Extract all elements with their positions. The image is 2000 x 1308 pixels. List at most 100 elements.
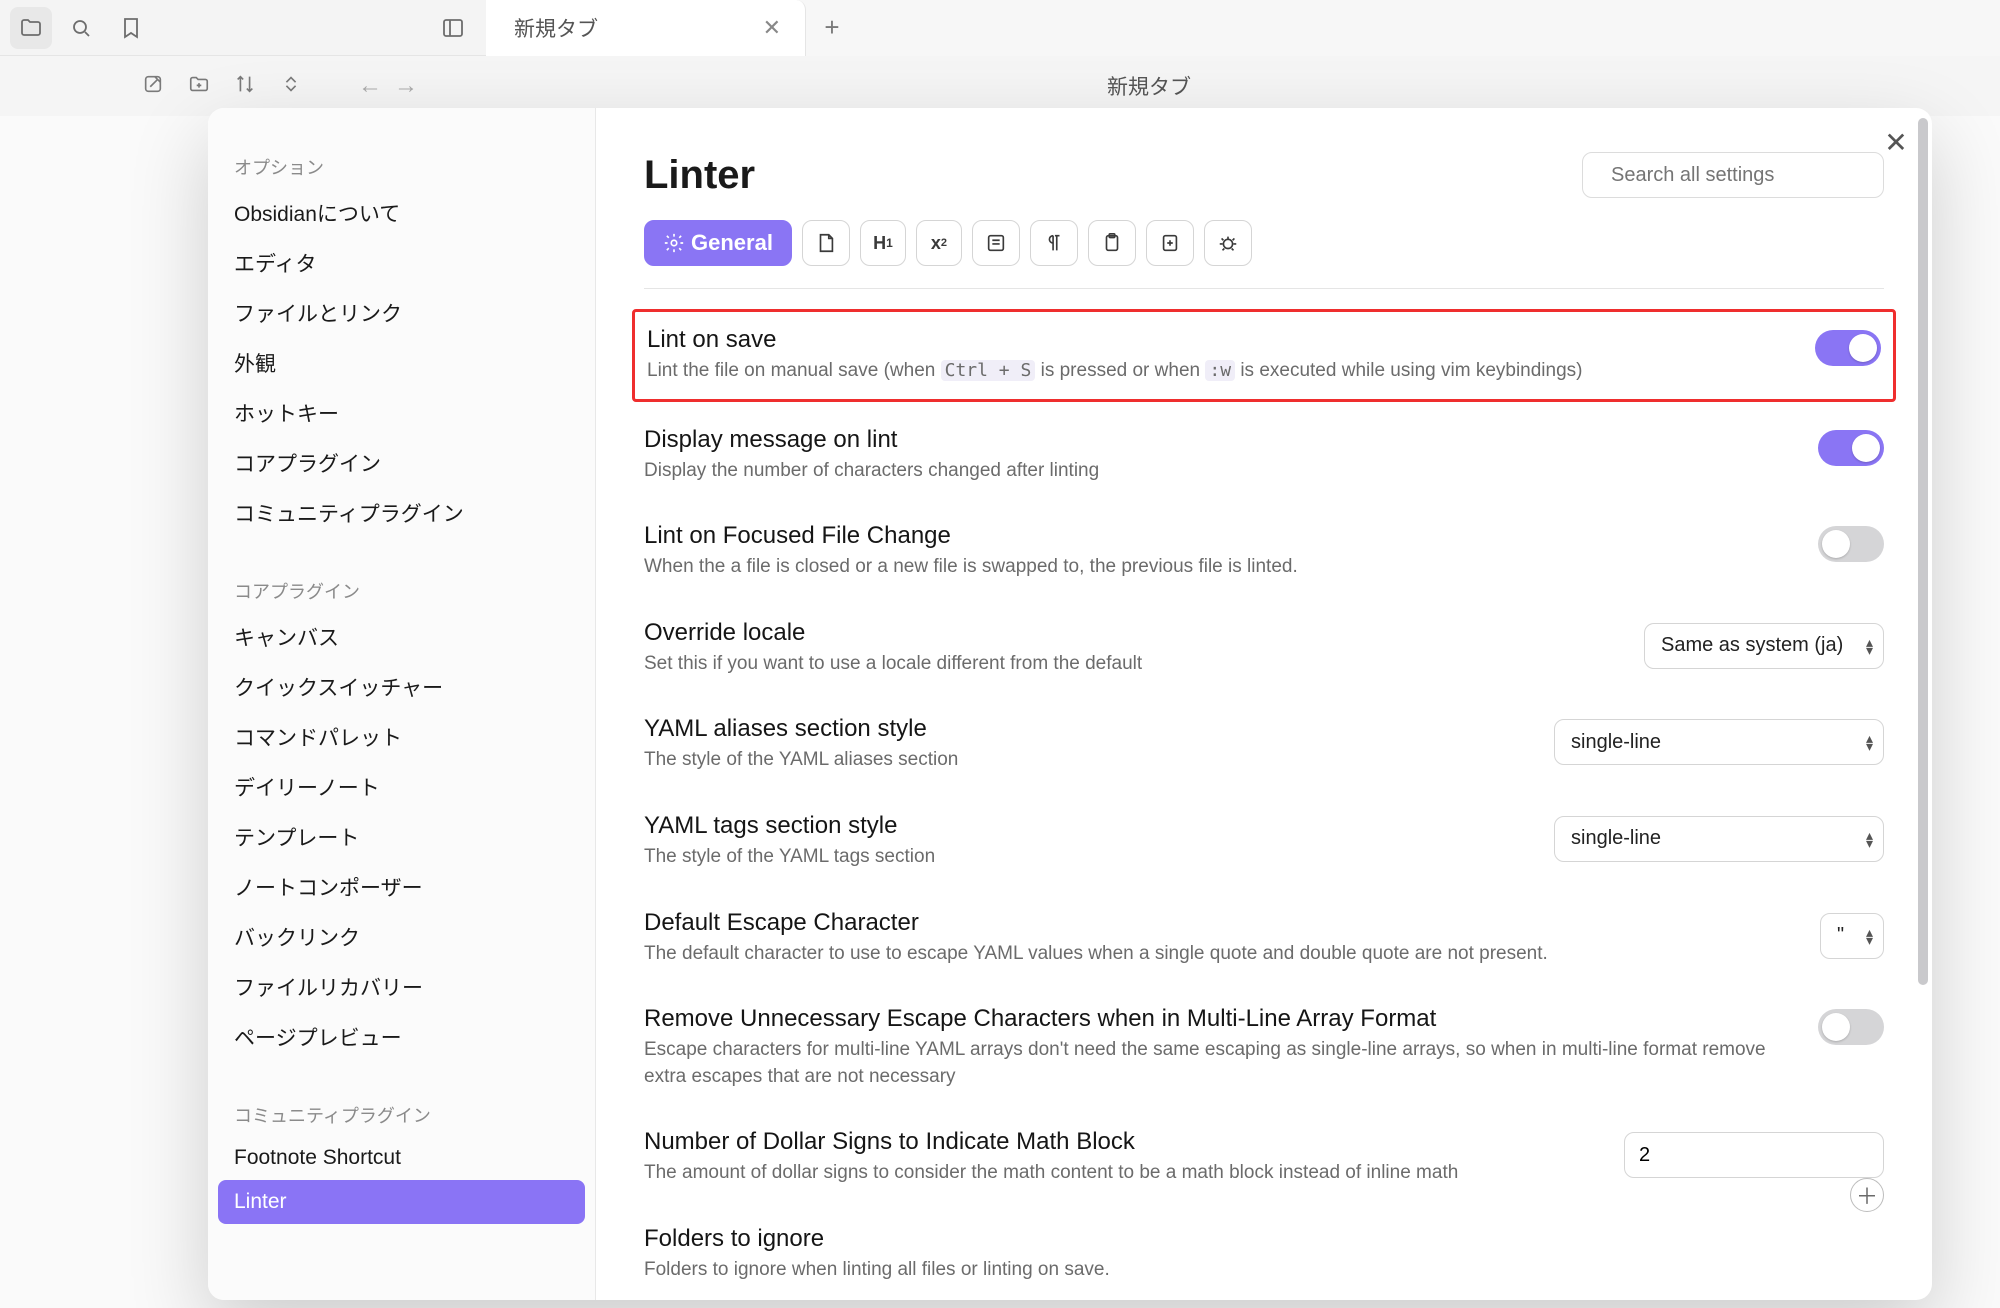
toggle-lint-on-focus[interactable]	[1818, 526, 1884, 562]
chevron-updown-icon: ▴▾	[1866, 734, 1873, 750]
sidebar-toggle-icon[interactable]	[432, 7, 474, 49]
select-value: "	[1837, 924, 1844, 947]
sidebar-item-core[interactable]: コアプラグイン	[208, 438, 595, 488]
collapse-icon[interactable]	[280, 73, 302, 100]
plugin-tab-paste[interactable]	[1088, 220, 1136, 266]
sidebar-item-community[interactable]: コミュニティプラグイン	[208, 488, 595, 538]
setting-desc: Display the number of characters changed…	[644, 458, 1794, 485]
plugin-tab-debug[interactable]	[1204, 220, 1252, 266]
setting-desc: Set this if you want to use a locale dif…	[644, 651, 1620, 678]
window-toolbar: 新規タブ ✕ +	[0, 0, 2000, 56]
setting-lint-on-save: Lint on save Lint the file on manual sav…	[632, 309, 1896, 402]
select-value: Same as system (ja)	[1661, 634, 1843, 657]
subheader: ← → 新規タブ	[0, 56, 2000, 116]
sidebar-item-canvas[interactable]: キャンバス	[208, 612, 595, 662]
sidebar-item-notecomposer[interactable]: ノートコンポーザー	[208, 862, 595, 912]
sidebar-item-recovery[interactable]: ファイルリカバリー	[208, 962, 595, 1012]
sidebar-section-community: コミュニティプラグイン	[208, 1086, 595, 1136]
setting-title: Override locale	[644, 619, 1620, 647]
toggle-lint-on-save[interactable]	[1815, 330, 1881, 366]
settings-search-input[interactable]	[1611, 164, 1876, 187]
select-value: single-line	[1571, 827, 1661, 850]
add-file-icon	[1159, 232, 1181, 254]
plugin-tabbar: General H1 x2	[644, 220, 1884, 289]
setting-desc: Lint the file on manual save (when Ctrl …	[647, 358, 1791, 385]
setting-desc: Escape characters for multi-line YAML ar…	[644, 1037, 1794, 1090]
text-box-icon	[985, 232, 1007, 254]
setting-title: Lint on save	[647, 326, 1791, 354]
setting-title: YAML aliases section style	[644, 715, 1530, 743]
sidebar-item-templates[interactable]: テンプレート	[208, 812, 595, 862]
sidebar-item-quickswitch[interactable]: クイックスイッチャー	[208, 662, 595, 712]
pilcrow-icon	[1043, 232, 1065, 254]
plugin-tab-custom[interactable]	[1146, 220, 1194, 266]
tab-close-icon[interactable]: ✕	[763, 15, 781, 41]
bug-icon	[1217, 232, 1239, 254]
setting-desc: Folders to ignore when linting all files…	[644, 1257, 1884, 1284]
new-note-icon[interactable]	[142, 73, 164, 100]
chevron-updown-icon: ▴▾	[1866, 831, 1873, 847]
setting-title: Number of Dollar Signs to Indicate Math …	[644, 1128, 1600, 1156]
plugin-tab-general[interactable]: General	[644, 220, 792, 266]
sidebar-section-options: オプション	[208, 138, 595, 188]
sidebar-item-footnote[interactable]: Footnote Shortcut	[208, 1136, 595, 1180]
files-icon-button[interactable]	[10, 7, 52, 49]
add-folder-button[interactable]: ＋	[1850, 1178, 1884, 1212]
settings-sidebar: オプション Obsidianについて エディタ ファイルとリンク 外観 ホットキ…	[208, 108, 596, 1300]
plugin-tab-yaml[interactable]	[802, 220, 850, 266]
toggle-remove-escapes[interactable]	[1818, 1009, 1884, 1045]
plugin-tab-footnote[interactable]: x2	[916, 220, 962, 266]
select-override-locale[interactable]: Same as system (ja) ▴▾	[1644, 623, 1884, 669]
setting-folders-ignore: Folders to ignore Folders to ignore when…	[644, 1205, 1884, 1292]
select-yaml-tags[interactable]: single-line ▴▾	[1554, 816, 1884, 862]
plugin-tab-heading[interactable]: H1	[860, 220, 906, 266]
select-escape-char[interactable]: " ▴▾	[1820, 913, 1884, 959]
sidebar-item-hotkeys[interactable]: ホットキー	[208, 388, 595, 438]
file-icon	[815, 232, 837, 254]
chevron-updown-icon: ▴▾	[1866, 928, 1873, 944]
bookmark-icon-button[interactable]	[110, 7, 152, 49]
setting-yaml-aliases: YAML aliases section style The style of …	[644, 695, 1884, 792]
nav-forward-icon[interactable]: →	[394, 72, 418, 100]
toggle-display-message[interactable]	[1818, 430, 1884, 466]
tab-strip: 新規タブ ✕ +	[486, 0, 2000, 56]
setting-title: YAML tags section style	[644, 812, 1530, 840]
setting-title: Remove Unnecessary Escape Characters whe…	[644, 1005, 1794, 1033]
sidebar-item-files[interactable]: ファイルとリンク	[208, 288, 595, 338]
sidebar-item-daily[interactable]: デイリーノート	[208, 762, 595, 812]
plugin-title: Linter	[644, 153, 755, 198]
setting-title: Lint on Focused File Change	[644, 522, 1794, 550]
search-icon-button[interactable]	[60, 7, 102, 49]
sidebar-item-appearance[interactable]: 外観	[208, 338, 595, 388]
settings-modal: ✕ オプション Obsidianについて エディタ ファイルとリンク 外観 ホッ…	[208, 108, 1932, 1300]
sidebar-section-core: コアプラグイン	[208, 562, 595, 612]
select-yaml-aliases[interactable]: single-line ▴▾	[1554, 719, 1884, 765]
nav-back-icon[interactable]: ←	[358, 72, 382, 100]
setting-desc: When the a file is closed or a new file …	[644, 554, 1794, 581]
plugin-tab-general-label: General	[691, 230, 773, 256]
sidebar-item-backlink[interactable]: バックリンク	[208, 912, 595, 962]
plugin-tab-content[interactable]	[972, 220, 1020, 266]
plugin-tab-spacing[interactable]	[1030, 220, 1078, 266]
sidebar-item-editor[interactable]: エディタ	[208, 238, 595, 288]
settings-search[interactable]	[1582, 152, 1884, 198]
setting-dollar-signs: Number of Dollar Signs to Indicate Math …	[644, 1108, 1884, 1205]
setting-title: Default Escape Character	[644, 909, 1796, 937]
setting-desc: The default character to use to escape Y…	[644, 941, 1796, 968]
select-value: single-line	[1571, 731, 1661, 754]
sort-icon[interactable]	[234, 73, 256, 100]
input-dollar-signs[interactable]	[1624, 1132, 1884, 1178]
sidebar-item-commandpalette[interactable]: コマンドパレット	[208, 712, 595, 762]
setting-desc: The style of the YAML aliases section	[644, 747, 1530, 774]
sidebar-item-about[interactable]: Obsidianについて	[208, 188, 595, 238]
setting-desc: The amount of dollar signs to consider t…	[644, 1160, 1600, 1187]
tab-new[interactable]: 新規タブ ✕	[486, 0, 806, 56]
setting-remove-escapes: Remove Unnecessary Escape Characters whe…	[644, 985, 1884, 1108]
tab-add-button[interactable]: +	[806, 0, 858, 56]
sidebar-item-linter[interactable]: Linter	[218, 1180, 585, 1224]
new-folder-icon[interactable]	[188, 73, 210, 100]
tab-title: 新規タブ	[514, 13, 598, 43]
setting-yaml-tags: YAML tags section style The style of the…	[644, 792, 1884, 889]
sidebar-item-preview[interactable]: ページプレビュー	[208, 1012, 595, 1062]
gear-icon	[663, 232, 685, 254]
